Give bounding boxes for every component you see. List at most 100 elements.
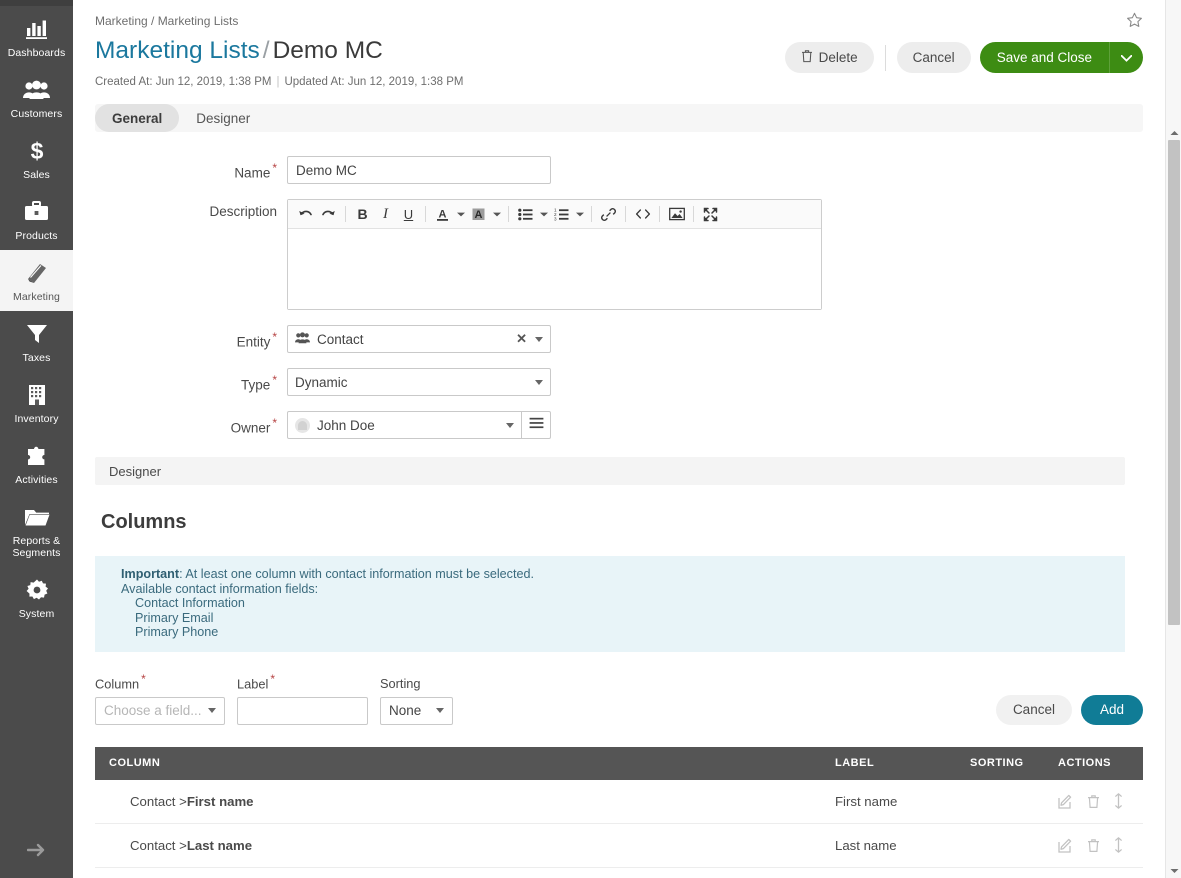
funnel-icon [25,321,49,347]
general-form: Name* Description [73,132,1165,439]
reorder-icon[interactable] [1114,837,1123,854]
scrollbar-up-button[interactable] [1166,124,1181,140]
name-label: Name * [95,156,287,181]
page-title-current: Demo MC [272,37,383,64]
sidebar-item-system[interactable]: System [0,567,73,628]
description-control: B I U A A 1 2 3 [287,199,1143,310]
row-actions-cell [1058,837,1143,854]
name-label-text: Name [234,165,271,181]
chevron-down-icon[interactable] [208,708,216,714]
redo-icon[interactable] [317,203,340,226]
sidebar-item-dashboards[interactable]: Dashboards [0,6,73,67]
description-textarea[interactable] [288,229,821,309]
entity-value-wrap: Contact [295,332,516,347]
label-field-label-text: Label [237,675,269,691]
page-scrollbar[interactable] [1165,0,1181,878]
column-field-select[interactable]: Choose a field... [95,696,225,725]
favorite-row [785,10,1143,30]
link-icon[interactable] [597,203,620,226]
undo-icon[interactable] [294,203,317,226]
sidebar-item-customers[interactable]: Customers [0,67,73,128]
trash-icon [801,49,813,66]
row-field-name: First name [186,793,254,809]
delete-icon[interactable] [1087,838,1100,853]
table-header-row: COLUMN LABEL SORTING ACTIONS [95,746,1143,780]
label-field-input[interactable] [237,696,368,725]
description-label: Description [209,204,277,219]
sidebar-item-activities[interactable]: Activities [0,433,73,494]
sidebar-item-reports-segments[interactable]: Reports & Segments [0,494,73,567]
save-and-close-button[interactable]: Save and Close [979,42,1109,73]
owner-value-wrap: John Doe [295,417,506,433]
sidebar-item-products[interactable]: Products [0,189,73,250]
tab-designer[interactable]: Designer [179,104,267,132]
sidebar-item-inventory[interactable]: Inventory [0,372,73,433]
bold-icon[interactable]: B [351,203,374,226]
sidebar-item-sales[interactable]: $ Sales [0,128,73,189]
chevron-down-icon[interactable] [506,422,514,428]
scrollbar-down-button[interactable] [1166,862,1181,878]
delete-button[interactable]: Delete [784,42,874,73]
table-header-column: COLUMN [109,757,161,770]
owner-input-group: John Doe [287,411,1143,439]
ordered-list-dropdown-toggle[interactable] [573,203,586,226]
background-color-dropdown-toggle[interactable] [490,203,503,226]
sidebar-item-label: Reports & Segments [12,535,61,559]
edit-icon[interactable] [1058,838,1073,853]
entity-select[interactable]: Contact ✕ [287,325,551,353]
sidebar-item-taxes[interactable]: Taxes [0,311,73,372]
underline-icon[interactable]: U [397,203,420,226]
save-dropdown-toggle[interactable] [1109,42,1143,73]
delete-icon[interactable] [1087,794,1100,809]
type-select[interactable]: Dynamic [287,368,551,396]
table-header-sorting: SORTING [970,757,1024,770]
text-color-icon[interactable]: A [431,203,454,226]
add-column-add-button[interactable]: Add [1080,694,1143,725]
alert-field-2: Primary Phone [135,625,219,639]
tab-bar: General Designer [95,104,1143,132]
edit-icon[interactable] [1058,794,1073,809]
background-color-icon[interactable]: A [467,203,490,226]
arrow-right-icon [26,842,47,863]
row-field-name: Last name [186,837,253,853]
sidebar-item-marketing[interactable]: Marketing [0,250,73,311]
chevron-down-icon[interactable] [535,336,543,342]
ordered-list-icon[interactable]: 123 [550,203,573,226]
sidebar-item-label: Sales [23,169,50,181]
page-title-parent-link[interactable]: Marketing Lists [95,37,260,64]
owner-select[interactable]: John Doe [287,411,522,439]
tab-general[interactable]: General [95,104,180,132]
sorting-select[interactable]: None [380,696,453,725]
type-control: Dynamic [287,368,1143,396]
image-icon[interactable] [665,203,688,226]
fullscreen-icon[interactable] [699,203,722,226]
scrollbar-thumb[interactable] [1168,140,1180,625]
toolbar-separator [693,206,694,222]
star-icon[interactable] [1126,12,1143,29]
italic-icon[interactable]: I [374,203,397,226]
cancel-button[interactable]: Cancel [896,42,971,73]
page-header: Marketing / Marketing Lists Marketing Li… [73,0,1165,88]
source-code-icon[interactable] [631,203,654,226]
name-input[interactable] [287,156,551,184]
unordered-list-icon[interactable] [514,203,537,226]
clear-x-icon[interactable]: ✕ [516,331,527,347]
sidebar-collapse-toggle[interactable] [0,826,73,878]
text-color-dropdown-toggle[interactable] [454,203,467,226]
type-label-text: Type [241,377,271,393]
toolbar-separator [508,206,509,222]
unordered-list-dropdown-toggle[interactable] [537,203,550,226]
briefcase-icon [24,199,49,225]
chevron-down-icon[interactable] [436,708,444,714]
reorder-icon[interactable] [1114,793,1123,810]
owner-picker-button[interactable] [522,411,551,439]
row-label-cell: First name [835,793,898,809]
owner-control: John Doe [287,411,1143,439]
required-marker: * [272,161,277,175]
add-column-cancel-button[interactable]: Cancel [995,694,1072,725]
chevron-down-icon[interactable] [535,379,543,385]
row-label-cell: Last name [835,837,897,853]
toolbar-separator [591,206,592,222]
scrollbar-track[interactable] [1168,140,1180,840]
entity-control: Contact ✕ [287,325,1143,353]
